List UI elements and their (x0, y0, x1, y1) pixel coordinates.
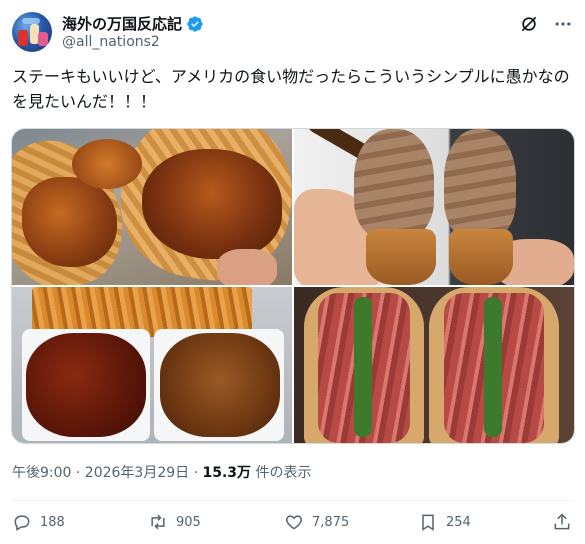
media-grid (11, 128, 575, 444)
author-name-row: 海外の万国反応記 (62, 13, 204, 34)
tweet-text: ステーキもいいけど、アメリカの食い物だったらこういうシンプルに愚かなのを見たいん… (12, 67, 570, 111)
bookmark-icon (422, 514, 434, 531)
share-button[interactable] (552, 512, 572, 532)
like-icon (285, 515, 303, 530)
bookmark-button[interactable]: 254 (418, 512, 471, 532)
photo-wings-and-fries[interactable] (12, 287, 292, 443)
repost-button[interactable]: 905 (148, 512, 201, 532)
action-bar: 188 905 7,875 254 (12, 512, 573, 540)
verified-icon (187, 15, 203, 32)
tweet-meta: 午後9:00 · 2026年3月29日 · 15.3万 件の表示 (12, 462, 312, 482)
display-name[interactable]: 海外の万国反応記 (62, 13, 182, 34)
header-actions (519, 14, 573, 34)
share-icon (554, 513, 570, 530)
like-count: 7,875 (312, 514, 350, 530)
photo-chicken-waffle-cones[interactable] (12, 129, 292, 285)
views-label: 件の表示 (251, 465, 312, 481)
avatar[interactable] (12, 12, 52, 52)
photo-sandwich[interactable] (294, 287, 574, 443)
repost-count: 905 (176, 514, 201, 530)
reply-icon (14, 515, 30, 531)
photo-soft-serve-cones[interactable] (294, 129, 574, 285)
grok-icon[interactable] (519, 14, 539, 34)
retweet-icon (151, 514, 165, 530)
like-button[interactable]: 7,875 (284, 512, 349, 532)
timestamp[interactable]: 午後9:00 · 2026年3月29日 · (12, 465, 203, 481)
views-count: 15.3万 (202, 465, 252, 481)
author-handle[interactable]: @all_nations2 (62, 34, 160, 50)
tweet-header: 海外の万国反応記 @all_nations2 (12, 12, 573, 56)
more-icon[interactable] (553, 14, 573, 34)
divider (12, 500, 573, 501)
reply-button[interactable]: 188 (12, 512, 65, 532)
reply-count: 188 (40, 514, 65, 530)
bookmark-count: 254 (446, 514, 471, 530)
